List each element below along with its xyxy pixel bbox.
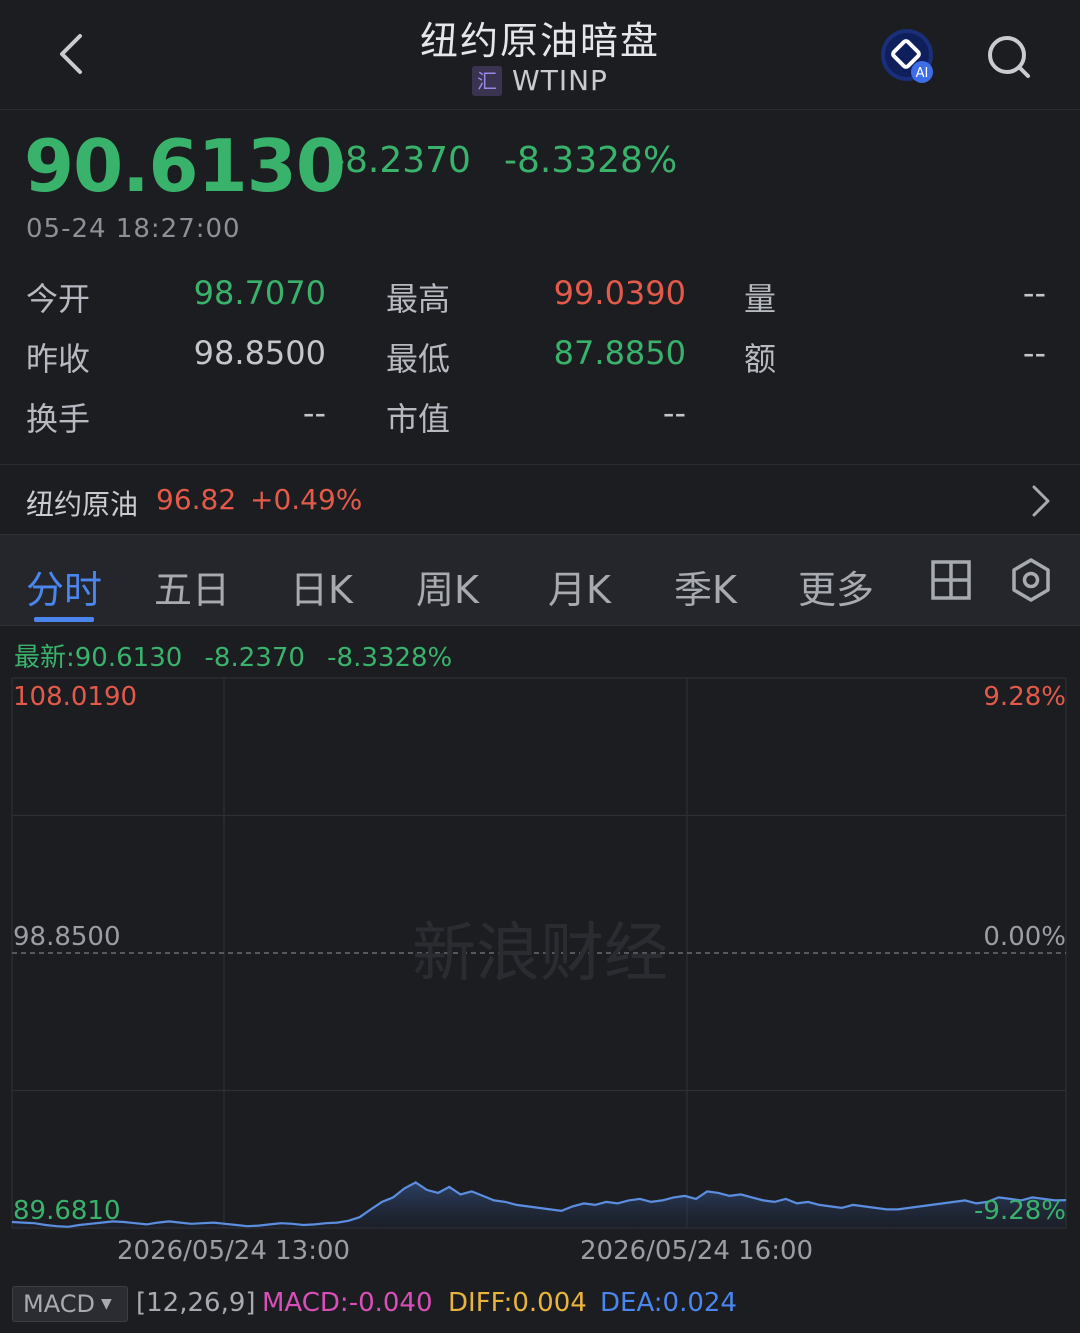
- grid-icon: [931, 560, 971, 600]
- latest-change-pct: -8.3328%: [327, 643, 453, 673]
- tab-five-day[interactable]: 五日: [154, 559, 230, 614]
- symbol-code: WTINP: [512, 64, 608, 97]
- ai-assistant-button[interactable]: AI: [880, 28, 936, 84]
- pct-axis-ref-label: 0.00%: [983, 922, 1066, 952]
- volume-label: 量: [744, 280, 777, 318]
- open-label: 今开: [26, 280, 91, 318]
- macd-value: MACD:-0.040: [262, 1288, 433, 1318]
- pct-axis-max-label: 9.28%: [983, 682, 1066, 712]
- last-price: 90.6130: [24, 124, 346, 208]
- amount-label: 额: [744, 340, 777, 378]
- pct-axis-min-label: -9.28%: [974, 1196, 1066, 1226]
- app-root: 纽约原油暗盘 汇 WTINP AI 90.6130 -8.2370 -8.332…: [0, 0, 1080, 1333]
- price-change: -8.2370: [332, 140, 471, 181]
- open-value: 98.7070: [193, 274, 326, 312]
- exchange-badge: 汇: [472, 65, 503, 96]
- y-axis-min-label: 89.6810: [13, 1196, 121, 1226]
- low-value: 87.8850: [553, 334, 686, 372]
- search-button[interactable]: [982, 30, 1036, 84]
- quote-timestamp: 05-24 18:27:00: [26, 214, 241, 244]
- high-value: 99.0390: [553, 274, 686, 312]
- tab-more[interactable]: 更多: [798, 559, 874, 614]
- search-icon: [988, 36, 1030, 78]
- x-tick-label: 2026/05/24 13:00: [117, 1236, 351, 1266]
- latest-price-label: 最新:90.6130: [14, 643, 183, 673]
- active-tab-indicator: [34, 617, 94, 622]
- related-contract-row[interactable]: 纽约原油 96.82 +0.49%: [0, 464, 1080, 534]
- ai-icon: AI: [881, 29, 933, 83]
- indicator-select-label: MACD: [23, 1290, 95, 1318]
- volume-value: --: [1022, 274, 1046, 312]
- amount-value: --: [1022, 334, 1046, 372]
- related-contract-price: 96.82: [156, 483, 237, 516]
- y-axis-max-label: 108.0190: [13, 682, 138, 712]
- watermark: 新浪财经: [412, 917, 668, 991]
- latest-change: -8.2370: [204, 643, 305, 673]
- price-change-percent: -8.3328%: [504, 140, 678, 181]
- indicator-select[interactable]: MACD ▼: [12, 1286, 128, 1322]
- high-label: 最高: [386, 280, 451, 318]
- dea-value: DEA:0.024: [600, 1288, 737, 1318]
- tab-more-label: 更多: [798, 568, 875, 612]
- top-navigation-bar: 纽约原油暗盘 汇 WTINP AI: [0, 0, 1080, 110]
- tab-monthly-k[interactable]: 月K: [548, 559, 611, 614]
- market-cap-value: --: [662, 394, 686, 432]
- indicator-params: [12,26,9]: [136, 1288, 256, 1318]
- indicator-bar: MACD ▼ [12,26,9] MACD:-0.040 DIFF:0.004 D…: [0, 1280, 1080, 1333]
- layout-grid-button[interactable]: [930, 559, 972, 601]
- intraday-chart-svg: 新浪财经: [11, 677, 1067, 1229]
- related-contract-change: +0.49%: [250, 483, 363, 516]
- diff-value: DIFF:0.004: [448, 1288, 587, 1318]
- x-tick-label: 2026/05/24 16:00: [580, 1236, 814, 1266]
- tab-quarterly-k[interactable]: 季K: [674, 559, 737, 614]
- related-contract-name: 纽约原油: [26, 488, 139, 521]
- dropdown-arrow-icon: ▼: [100, 1296, 112, 1312]
- tab-intraday[interactable]: 分时: [26, 559, 102, 614]
- prev-close-label: 昨收: [26, 340, 91, 378]
- chart-settings-button[interactable]: [1010, 557, 1052, 603]
- chart-period-tabs: 分时 五日 日K 周K 月K 季K 更多: [0, 534, 1080, 626]
- intraday-chart[interactable]: 新浪财经 108.0190 9.28% 98.8500 0.00% 89.681…: [0, 670, 1080, 1280]
- y-axis-ref-label: 98.8500: [13, 922, 121, 952]
- prev-close-value: 98.8500: [193, 334, 326, 372]
- market-cap-label: 市值: [386, 400, 451, 438]
- tab-weekly-k[interactable]: 周K: [416, 559, 479, 614]
- latest-quote-line: 最新:90.6130 -8.2370 -8.3328%: [14, 637, 466, 674]
- turnover-value: --: [302, 394, 326, 432]
- tab-daily-k[interactable]: 日K: [290, 559, 353, 614]
- chevron-right-icon: [1032, 485, 1050, 517]
- turnover-label: 换手: [26, 400, 91, 438]
- svg-text:AI: AI: [916, 66, 929, 81]
- low-label: 最低: [386, 340, 451, 378]
- hexagon-settings-icon: [1012, 558, 1050, 602]
